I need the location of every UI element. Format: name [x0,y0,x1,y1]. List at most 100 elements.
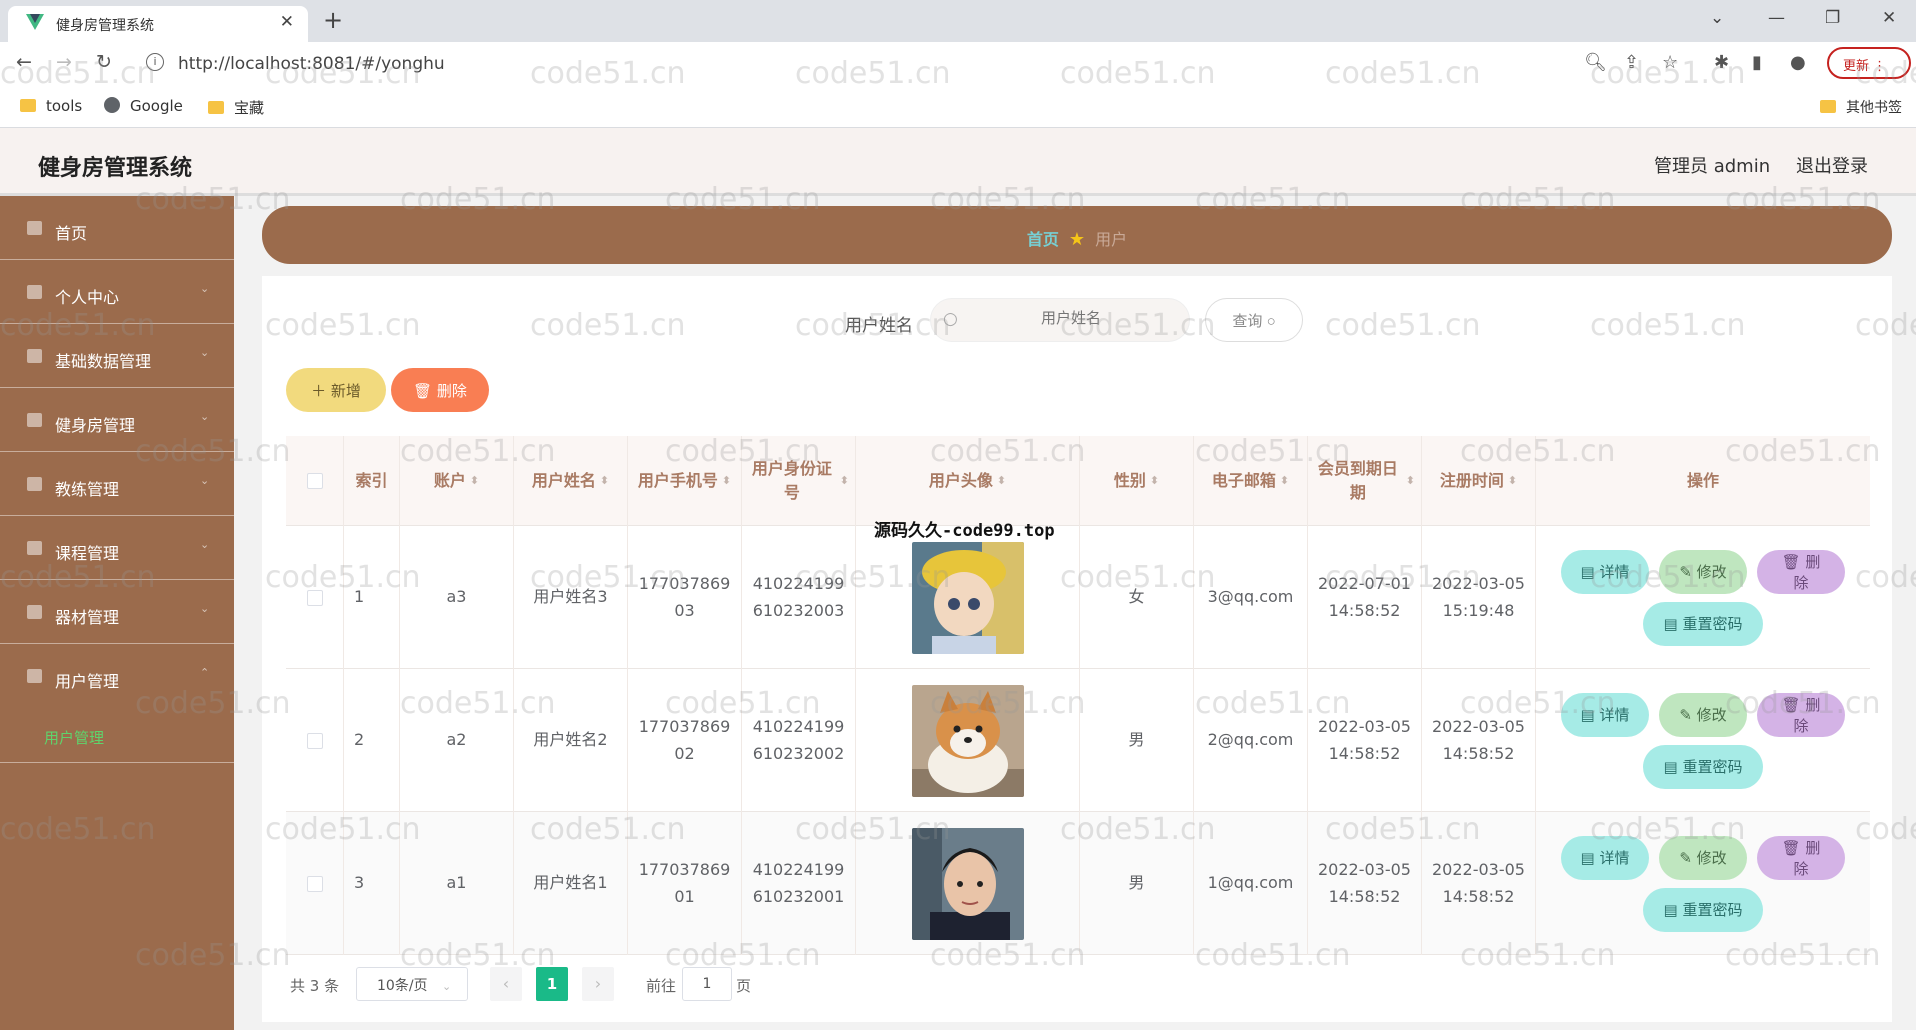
select-cell [286,669,344,812]
plus-icon: ＋ [311,381,327,400]
table-header: 索引 账户 ⬍ 用户姓名 ⬍ 用户手机号 ⬍ 用户身份证号 ⬍ 用户头像 ⬍ 性别 ⬍ 电子… [286,436,1870,526]
sidebar-item-gym[interactable]: 健身房管理 ⌄ [0,388,234,452]
sidebar-item-users[interactable]: 用户管理 ⌃ [0,644,234,708]
sidebar-item-basic-data[interactable]: 基础数据管理 ⌄ [0,324,234,388]
zoom-icon[interactable]: 🔍︎ [1584,52,1607,73]
delete-button[interactable]: 🗑︎ 删除 [1757,692,1845,737]
sidebar-item-equipment[interactable]: 器材管理 ⌄ [0,580,234,644]
delete-button[interactable]: 🗑︎ 删除 [1757,835,1845,880]
column-header[interactable]: 用户头像 ⬍ [856,436,1080,526]
reset-password-button[interactable]: ▤ 重置密码 [1643,601,1763,646]
bookmarks-bar: tools Google 宝藏 其他书签 [0,84,1916,128]
window-close-icon[interactable]: ✕ [1882,8,1896,28]
update-button[interactable]: 更新 ⋮ [1827,47,1911,79]
profile-icon[interactable]: ● [1790,52,1806,73]
next-page-button[interactable]: › [582,967,614,1001]
side-panel-icon[interactable]: ▮ [1752,52,1762,73]
query-button[interactable]: 查询 ○ [1205,298,1303,342]
column-label: 用户姓名 [531,471,596,490]
column-header[interactable]: 用户手机号 ⬍ [628,436,742,526]
add-button[interactable]: ＋ 新增 [286,368,386,412]
tab-search-icon[interactable]: ⌄ [1710,8,1724,28]
edit-button[interactable]: ✎ 修改 [1659,692,1747,737]
close-tab-icon[interactable]: ✕ [280,12,294,32]
submenu-item-users[interactable]: 用户管理 [44,727,104,748]
browser-tab[interactable]: 健身房管理系统 ✕ [8,6,308,42]
search-box[interactable]: ○ [930,298,1190,342]
back-icon[interactable]: ← [16,51,32,73]
delete-button[interactable]: 🗑︎ 删除 [1757,549,1845,594]
reset-label: 重置密码 [1682,901,1743,919]
bookmark-tools[interactable]: tools [20,97,82,115]
sort-icon[interactable]: ⬍ [600,473,609,490]
edit-label: 修改 [1696,706,1727,724]
column-header[interactable]: 账户 ⬍ [400,436,514,526]
detail-button[interactable]: ▤ 详情 [1561,549,1649,594]
extensions-icon[interactable]: ✱ [1714,52,1729,73]
prev-page-button[interactable]: ‹ [490,967,522,1001]
reset-password-button[interactable]: ▤ 重置密码 [1643,887,1763,932]
batch-delete-button[interactable]: 🗑︎ 删除 [391,368,489,412]
sort-icon[interactable]: ⬍ [1150,473,1159,490]
sort-icon[interactable]: ⬍ [722,473,731,490]
breadcrumb-home[interactable]: 首页 [1027,230,1059,249]
phone-cell: 17703786902 [628,669,742,812]
goto-page-input[interactable] [682,967,732,1001]
page-number-current[interactable]: 1 [536,967,568,1001]
bookmark-treasure[interactable]: 宝藏 [208,97,264,118]
equipment-icon [27,605,42,619]
edit-button[interactable]: ✎ 修改 [1659,835,1747,880]
address-bar[interactable]: i http://localhost:8081/#/yonghu [140,47,1208,79]
select-all-checkbox[interactable] [306,473,323,489]
idcard-cell: 410224199610232002 [742,669,856,812]
site-info-icon[interactable]: i [146,53,164,71]
column-header[interactable]: 注册时间 ⬍ [1422,436,1536,526]
sort-icon[interactable]: ⬍ [1406,473,1415,490]
sidebar-item-home[interactable]: 首页 [0,196,234,260]
search-input[interactable] [971,309,1171,327]
column-header[interactable]: 电子邮箱 ⬍ [1194,436,1308,526]
select-cell [286,812,344,955]
detail-button[interactable]: ▤ 详情 [1561,692,1649,737]
globe-icon [104,97,120,113]
minimize-icon[interactable]: — [1768,8,1785,28]
select-cell [286,526,344,669]
row-checkbox[interactable] [306,589,323,606]
other-bookmarks[interactable]: 其他书签 [1820,97,1902,117]
sort-icon[interactable]: ⬍ [840,473,849,490]
restore-icon[interactable]: ❐ [1825,8,1840,28]
breadcrumb: 首页 ★ 用户 [262,206,1892,264]
forward-icon[interactable]: → [56,51,72,73]
row-checkbox[interactable] [306,875,323,892]
reload-icon[interactable]: ↻ [96,51,112,73]
reset-label: 重置密码 [1682,758,1743,776]
edit-button[interactable]: ✎ 修改 [1659,549,1747,594]
reset-password-button[interactable]: ▤ 重置密码 [1643,744,1763,789]
share-icon[interactable]: ⇪ [1624,52,1639,73]
sort-icon[interactable]: ⬍ [1280,473,1289,490]
column-header[interactable]: 用户姓名 ⬍ [514,436,628,526]
column-header[interactable]: 性别 ⬍ [1080,436,1194,526]
sidebar-item-course[interactable]: 课程管理 ⌄ [0,516,234,580]
email-cell: 2@qq.com [1194,669,1308,812]
column-header: 索引 [344,436,400,526]
detail-icon: ▤ [1580,706,1595,724]
search-icon: ○ [1266,312,1276,330]
sidebar-item-profile[interactable]: 个人中心 ⌄ [0,260,234,324]
page-size-select[interactable]: 10条/页 ⌄ [356,967,468,1001]
sort-icon[interactable]: ⬍ [997,473,1006,490]
row-checkbox[interactable] [306,732,323,749]
bookmark-google[interactable]: Google [104,97,183,115]
new-tab-button[interactable]: + [323,6,343,34]
chevron-down-icon: ⌄ [200,538,210,551]
sort-icon[interactable]: ⬍ [1508,473,1517,490]
column-header[interactable]: 会员到期日期 ⬍ [1308,436,1422,526]
column-header[interactable]: 用户身份证号 ⬍ [742,436,856,526]
bookmark-star-icon[interactable]: ☆ [1662,52,1678,73]
operations-cell: ▤ 详情 ✎ 修改 🗑︎ 删除 ▤ 重置密码 [1536,812,1870,955]
sidebar-item-label: 健身房管理 [55,416,136,435]
sort-icon[interactable]: ⬍ [470,473,479,490]
logout-link[interactable]: 退出登录 [1796,152,1868,178]
sidebar-item-coach[interactable]: 教练管理 ⌄ [0,452,234,516]
detail-button[interactable]: ▤ 详情 [1561,835,1649,880]
